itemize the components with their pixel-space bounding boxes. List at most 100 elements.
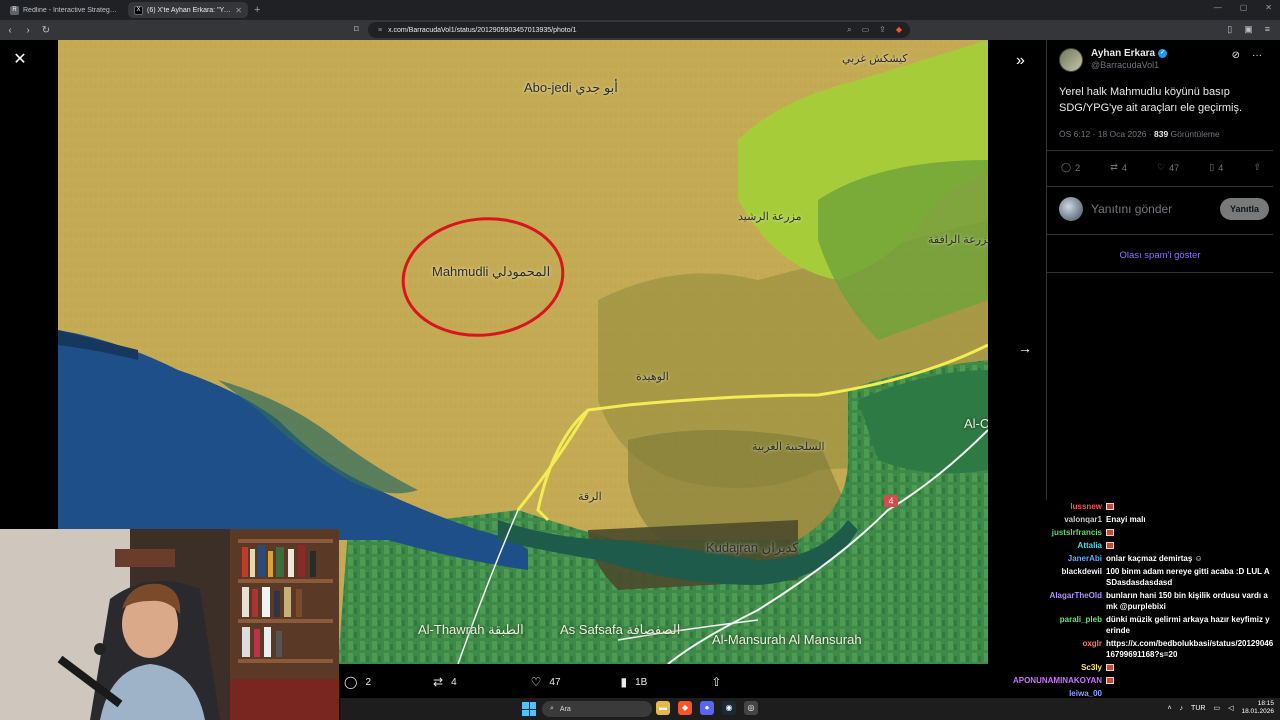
map-label-al-thawrah: Al-Thawrah الطبقة: [418, 622, 524, 637]
minimize-icon[interactable]: —: [1214, 3, 1222, 12]
reply-icon: ◯: [344, 675, 358, 689]
chat-username[interactable]: oxglr: [1000, 638, 1106, 660]
browser-tab-bar: R Redline - Interactive Strategic Map X …: [0, 0, 1280, 20]
bookmark-stat-count: 4: [1218, 162, 1224, 173]
clock-time: 18:15: [1257, 700, 1274, 707]
volume-icon[interactable]: ◁: [1228, 704, 1233, 712]
chat-message: justsIrfrancis: [1000, 526, 1280, 539]
maximize-icon[interactable]: ▢: [1240, 3, 1248, 12]
chevron-up-icon[interactable]: ˄: [1167, 705, 1171, 712]
chat-username[interactable]: APONUNAMINAKOYAN: [1000, 675, 1106, 686]
taskbar-search[interactable]: ⌕ Ara: [542, 701, 652, 717]
site-info-icon[interactable]: ≡: [378, 27, 382, 34]
share-button[interactable]: ⇧: [711, 675, 721, 689]
sidebar-icon[interactable]: ▯: [1227, 24, 1232, 35]
tab-close-icon[interactable]: ✕: [235, 6, 242, 15]
map-label-salhabiya: السلحبية الغربية: [752, 441, 825, 453]
chat-username[interactable]: parali_pleb: [1000, 614, 1106, 636]
tweet-meta: ÖS 6:12 · 18 Oca 2026 · 839 Görüntüleme: [1059, 129, 1220, 139]
microphone-icon[interactable]: ♪: [1180, 705, 1184, 712]
chat-username[interactable]: Sc3ly: [1000, 662, 1106, 673]
shield-icon[interactable]: ◆: [896, 25, 902, 35]
more-options-icon[interactable]: ···: [1252, 50, 1262, 61]
like-stat[interactable]: ♡ 47: [1157, 162, 1179, 173]
avatar[interactable]: [1059, 48, 1083, 72]
omnibox-tools: ⌕ ▭ ⇪ ◆: [847, 25, 902, 35]
tweet-tools: ⊘ ···: [1232, 50, 1262, 61]
repost-stat[interactable]: ⇄ 4: [1110, 162, 1127, 173]
show-spam-link[interactable]: Olası spam'i göster: [1047, 250, 1273, 261]
new-tab-icon[interactable]: +: [254, 4, 260, 16]
bookmark-icon[interactable]: ⌑: [354, 24, 359, 35]
next-image-arrow-icon[interactable]: →: [1018, 340, 1032, 356]
like-button[interactable]: ♡ 47: [531, 675, 561, 689]
heart-icon: ♡: [530, 675, 542, 689]
chat-username[interactable]: Attalia: [1000, 540, 1106, 551]
reply-count: 2: [365, 676, 371, 688]
divider: [1047, 150, 1273, 151]
obs-icon[interactable]: ◎: [744, 701, 758, 715]
stream-chat: Iussnew valonqar1 Enayi malı justsIrfrancis…: [1000, 500, 1280, 720]
chat-message-text: Enayi malı: [1106, 514, 1280, 525]
author-handle[interactable]: @BarracudaVol1: [1091, 60, 1167, 70]
reply-stat[interactable]: ◯ 2: [1061, 162, 1080, 173]
brave-browser-icon[interactable]: ◆: [678, 701, 692, 715]
forward-icon[interactable]: ›: [20, 25, 36, 36]
chat-message-text: [1106, 675, 1280, 686]
chat-message: Attalia: [1000, 539, 1280, 552]
language-indicator[interactable]: TUR: [1191, 705, 1205, 712]
views-button[interactable]: ▮ 1B: [621, 675, 648, 689]
reload-icon[interactable]: ↻: [38, 25, 54, 36]
start-button[interactable]: [522, 702, 536, 716]
tab-x-post[interactable]: X (6) X'te Ayhan Erkara: "Yerel halk Mah…: [128, 2, 248, 18]
close-window-icon[interactable]: ✕: [1265, 3, 1272, 12]
tweet-stats: ◯ 2 ⇄ 4 ♡ 47 ▯ 4 ⇧: [1061, 162, 1261, 173]
tweet-panel: Ayhan Erkara ✓ @BarracudaVol1 ⊘ ··· Yerel…: [1046, 40, 1273, 500]
reply-input[interactable]: Yanıtını gönder: [1091, 202, 1220, 216]
reply-button[interactable]: ◯ 2: [344, 675, 371, 689]
clock[interactable]: 18:15 18.01.2026: [1241, 700, 1274, 716]
tweet-time[interactable]: ÖS 6:12 · 18 Oca 2026 ·: [1059, 129, 1154, 139]
address-bar[interactable]: ≡ x.com/BarracudaVol1/status/20129059034…: [368, 22, 910, 38]
discord-icon[interactable]: ●: [700, 701, 714, 715]
collapse-panel-icon[interactable]: »: [1016, 52, 1025, 70]
repost-button[interactable]: ⇄ 4: [433, 675, 457, 689]
grok-icon[interactable]: ⊘: [1232, 50, 1240, 61]
chat-username[interactable]: valonqar1: [1000, 514, 1106, 525]
network-icon[interactable]: ▭: [1213, 704, 1220, 712]
chat-message: Sc3ly: [1000, 661, 1280, 674]
streamer-webcam: [0, 529, 339, 720]
file-explorer-icon[interactable]: ▬: [656, 701, 670, 715]
steam-icon[interactable]: ◉: [722, 701, 736, 715]
browser-toolbar: ‹ › ↻ ⌑ ≡ x.com/BarracudaVol1/status/201…: [0, 20, 1280, 40]
chat-username[interactable]: justsIrfrancis: [1000, 527, 1106, 538]
repost-stat-count: 4: [1121, 162, 1127, 173]
chat-message-body: onlar kaçmaz demirtaş ☺: [1106, 554, 1203, 563]
chat-username[interactable]: Iussnew: [1000, 501, 1106, 512]
tweet-author[interactable]: Ayhan Erkara ✓ @BarracudaVol1: [1059, 48, 1168, 72]
reply-submit-button[interactable]: Yanıtla: [1219, 198, 1269, 220]
menu-icon[interactable]: ≡: [1265, 24, 1270, 35]
share-icon[interactable]: ⇪: [879, 25, 886, 35]
close-viewer-icon[interactable]: ✕: [12, 52, 28, 68]
map-label-abo-jedi: Abo-jedi أبو جدي: [524, 80, 618, 95]
repost-icon: ⇄: [1110, 162, 1118, 172]
zoom-icon[interactable]: ⌕: [847, 25, 851, 35]
share-stat[interactable]: ⇧: [1253, 162, 1261, 173]
wallet-icon[interactable]: ▣: [1244, 24, 1253, 35]
chat-username[interactable]: JanerAbi: [1000, 553, 1106, 564]
chat-username[interactable]: AlagarTheOld: [1000, 590, 1106, 612]
back-icon[interactable]: ‹: [2, 25, 18, 36]
repost-count: 4: [451, 676, 457, 688]
author-name[interactable]: Ayhan Erkara ✓: [1091, 48, 1168, 59]
chat-username[interactable]: blackdewil: [1000, 566, 1106, 588]
chat-message: Iussnew: [1000, 500, 1280, 513]
bookmark-stat[interactable]: ▯ 4: [1209, 162, 1223, 173]
chat-message-text: [1106, 501, 1280, 512]
screen-icon[interactable]: ▭: [862, 25, 870, 35]
map-label-al-mansurah: Al-Mansurah Al Mansurah: [712, 632, 862, 647]
x-favicon-icon: X: [134, 5, 143, 15]
tab-redline[interactable]: R Redline - Interactive Strategic Map: [4, 2, 124, 18]
redline-favicon-icon: R: [10, 5, 19, 15]
chat-message-text: bunların hani 150 bin kişilik ordusu var…: [1106, 590, 1280, 612]
